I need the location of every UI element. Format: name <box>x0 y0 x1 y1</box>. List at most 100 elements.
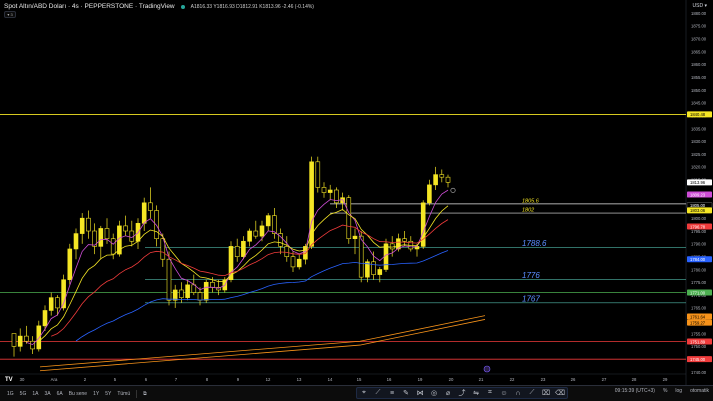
candle-body <box>210 281 215 288</box>
price-badge: 1745.00 <box>687 356 712 363</box>
eraser-icon[interactable]: ⌧ <box>539 388 553 399</box>
price-tick-label: 1765.00 <box>691 306 707 311</box>
brush-icon[interactable]: ✎ <box>399 388 413 399</box>
price-tick-label: 1780.00 <box>691 267 707 272</box>
lock-icon[interactable]: ⟋ <box>525 388 539 399</box>
price-tick-label: 1880.00 <box>691 11 707 16</box>
price-badge-label: 1796.78 <box>690 224 706 229</box>
price-tick-label: 1875.00 <box>691 24 707 29</box>
candle-body <box>321 187 327 193</box>
candle-body <box>197 292 203 301</box>
candle-body <box>42 310 48 327</box>
cursor-icon[interactable]: ⌖ <box>357 388 371 399</box>
candle-body <box>141 202 147 224</box>
price-badge-label: 1784.00 <box>690 257 706 262</box>
candle-body <box>346 197 352 240</box>
calendar-icon[interactable]: ⧉ <box>140 391 150 397</box>
text-icon[interactable]: ⌀ <box>441 388 455 399</box>
trend-line-icon[interactable]: ⟋ <box>371 388 385 399</box>
candle-body <box>445 176 451 183</box>
timeframe-button[interactable]: 5Y <box>102 391 114 397</box>
time-tick-label: 30 <box>20 377 25 382</box>
timeframe-button[interactable]: 3A <box>41 391 53 397</box>
price-badge: 1796.78 <box>687 223 712 230</box>
price-badge: 1813.96 <box>687 179 712 186</box>
candle-body <box>172 289 178 301</box>
candle-body <box>98 228 104 247</box>
candle-body <box>104 228 110 240</box>
candle-body <box>371 261 376 275</box>
chart-area[interactable]: 1880.00 1875.00 1870.00 1865.00 1860.00 1855.… <box>0 0 713 401</box>
ma-50-line[interactable] <box>75 250 449 342</box>
price-tick-label: 1830.00 <box>691 139 707 144</box>
timeframe-button[interactable]: 1G <box>4 391 17 397</box>
symbol-title[interactable]: Spot Altın/ABD Doları · 4s · PEPPERSTONE… <box>4 3 175 10</box>
candlestick-chart[interactable]: 1880.00 1875.00 1870.00 1865.00 1860.00 1855.… <box>0 0 713 401</box>
time-tick-label: 15 <box>357 377 362 382</box>
fib-retracement-icon[interactable]: ≡ <box>385 388 399 399</box>
candle-body <box>11 333 17 347</box>
time-tick-label: 27 <box>602 377 607 382</box>
candle-body <box>272 215 277 234</box>
price-badge-label: 1759.27 <box>690 320 706 325</box>
time-tick-label: 12 <box>266 377 271 382</box>
candle-body <box>123 225 128 232</box>
pattern-icon[interactable]: ⋈ <box>413 388 427 399</box>
measure-icon[interactable]: ⌗ <box>483 388 497 399</box>
ma-mid-line[interactable] <box>38 205 449 342</box>
indicators-collapse-button[interactable]: ▾ 3 <box>4 11 16 18</box>
candle-body <box>327 189 333 193</box>
time-tick-label: 28 <box>632 377 637 382</box>
price-tick-label: 1865.00 <box>691 49 707 54</box>
level-label: 1767 <box>522 294 540 303</box>
tradingview-logo[interactable]: TV <box>5 377 13 383</box>
candle-body <box>30 340 35 350</box>
candle-body <box>79 217 85 234</box>
price-badge-label: 1771.00 <box>690 290 706 295</box>
candle-body <box>259 225 265 237</box>
icons-icon[interactable]: ☺ <box>497 388 511 399</box>
time-tick-label: 5 <box>114 377 117 382</box>
timeframe-button[interactable]: Tümü <box>114 391 133 397</box>
candle-body <box>427 184 432 204</box>
candle-body <box>433 174 438 186</box>
candle-body <box>265 215 271 227</box>
timeframe-button[interactable]: 1A <box>29 391 41 397</box>
candle-body <box>303 246 308 260</box>
timeframe-button[interactable]: 6A <box>54 391 66 397</box>
trash-icon[interactable]: ⌫ <box>553 388 567 399</box>
shapes-icon[interactable]: ◎ <box>427 388 441 399</box>
timeframe-button[interactable]: 1Y <box>90 391 102 397</box>
ruler-icon[interactable]: ⇋ <box>469 388 483 399</box>
timeframe-button[interactable]: Bu sene <box>66 391 90 397</box>
candle-body <box>234 246 240 257</box>
time-tick-label: 2 <box>84 377 87 382</box>
price-tick-label: 1740.00 <box>691 370 707 375</box>
clock-time[interactable]: 09:15:39 (UTC+3) <box>615 388 655 394</box>
timeframe-button[interactable]: 5G <box>17 391 30 397</box>
log-toggle[interactable]: log <box>675 388 682 394</box>
percent-toggle[interactable]: % <box>663 388 667 394</box>
price-badge: 1840.48 <box>687 111 712 118</box>
currency-selector[interactable]: USD ▾ <box>693 3 707 9</box>
candle-body <box>48 297 54 311</box>
event-marker-icon[interactable] <box>483 365 491 373</box>
time-tick-label: 7 <box>175 377 178 382</box>
auto-scale-toggle[interactable]: otomatik <box>690 388 709 394</box>
candle-body <box>284 246 290 257</box>
candle-body <box>358 235 364 278</box>
candle-body <box>86 217 91 232</box>
ma-200-line[interactable] <box>39 319 486 372</box>
time-tick-label: 8 <box>206 377 209 382</box>
price-badge-label: 1751.89 <box>690 339 706 344</box>
candle-body <box>148 202 153 211</box>
timeframe-buttons: 1G 5G 1A 3A 6A Bu sene 1Y 5Y Tümü <box>0 391 133 397</box>
magnet-icon[interactable]: ∩ <box>511 388 525 399</box>
level-label: 1805.6 <box>522 198 540 204</box>
toolbar-divider <box>136 389 138 398</box>
candle-body <box>110 238 116 255</box>
candle-body <box>315 161 321 188</box>
price-tick-label: 1845.00 <box>691 101 707 106</box>
prediction-icon[interactable]: ⤴ <box>455 388 469 399</box>
time-tick-label: 19 <box>418 377 423 382</box>
